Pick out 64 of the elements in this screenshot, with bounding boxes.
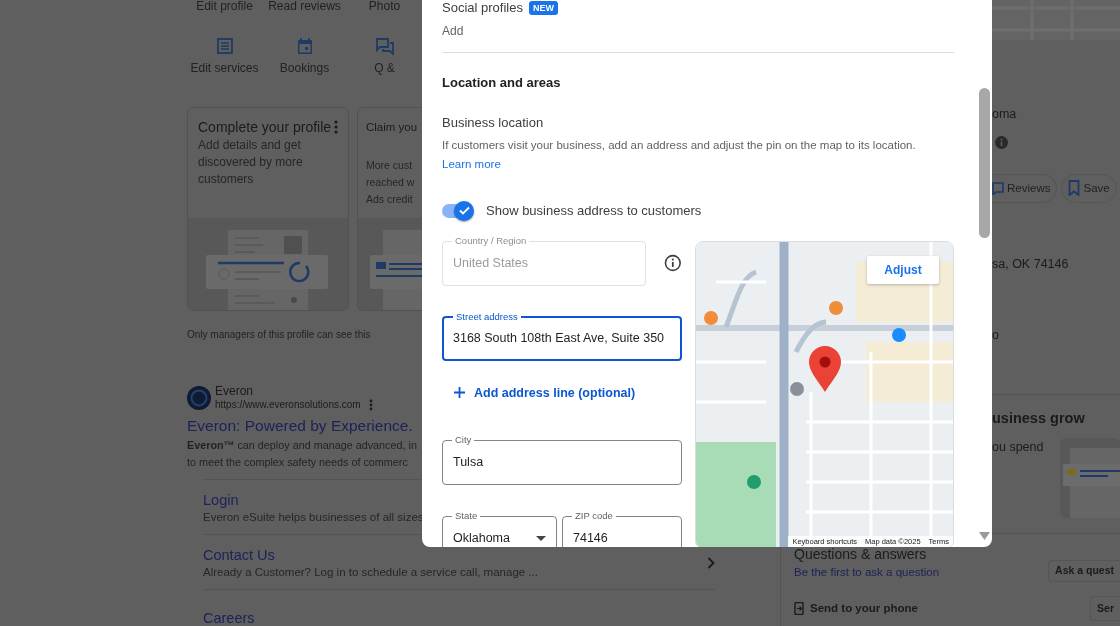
phone-icon [794,602,804,615]
scroll-down-icon[interactable] [979,532,990,540]
caret-icon [536,536,546,542]
result-snippet: Everon™ can deploy and manage advanced, in [187,438,418,454]
toggle-switch[interactable] [442,200,474,221]
sitelink[interactable]: Contact Us [203,545,538,564]
section-title: Questions & answers [794,546,928,562]
result-snippet: to meet the complex safety needs of commerc [187,455,409,471]
bookmark-icon [1068,180,1081,197]
send-to-phone-link[interactable]: Send to your phone [810,599,918,618]
card-text: Add details and get discovered by more customers [198,137,304,188]
business-name: oma [992,106,1018,123]
input-field[interactable]: Tulsa [453,453,671,473]
card-text: Ads credit [366,192,414,207]
action-label[interactable]: Edit profile [187,0,262,13]
scrollbar-thumb[interactable] [979,88,990,238]
ask-question-button[interactable]: Ask a quest [1048,560,1120,582]
logo-icon [187,385,211,410]
more-options-icon[interactable] [334,120,338,134]
new-badge: NEW [528,1,558,15]
action-label[interactable]: Photo [347,0,422,13]
check-icon [458,206,470,215]
section-title: Location and areas [442,75,562,90]
map-pin-icon[interactable] [808,345,842,392]
field-label: City [452,434,475,447]
subsection-title: Business location [442,115,545,130]
card-title: Claim you [366,120,419,135]
sitelink[interactable]: Careers [203,608,255,626]
review-icon [992,181,1004,196]
action-label[interactable]: Read reviews [267,0,342,13]
input-field[interactable]: 74146 [573,529,671,547]
card-title: Complete your profile [198,118,332,137]
add-link[interactable]: Add [442,24,954,38]
dropdown-field[interactable]: Oklahoma [453,529,523,547]
input-field[interactable]: 3168 South 108th East Ave, Suite 350 [453,328,671,348]
chevron-right-icon [707,556,715,569]
chat-bubbles-icon [375,37,394,55]
quick-action-button[interactable]: Q & [347,37,422,77]
quick-action-button[interactable]: Edit services [187,37,262,77]
section-title: usiness grow [992,409,1086,429]
learn-more-link[interactable]: Learn more [442,156,501,173]
field-label: Country / Region [452,234,530,247]
plus-icon [454,387,465,399]
ask-question-link[interactable]: Be the first to ask a question [794,564,940,582]
adjust-button[interactable]: Adjust [867,255,939,284]
business-detail: o [992,326,1000,344]
result-title-link[interactable]: Everon: Powered by Experience. [187,414,422,438]
card-text: More cust [366,158,414,173]
more-options-icon[interactable] [368,398,373,411]
promo-text: ou spend [992,439,1044,456]
description-text: If customers visit your business, add an address and adjust the pin on the map to its location. [442,138,917,153]
site-name: Everon [215,384,255,398]
quick-action-button[interactable]: Bookings [267,37,342,77]
site-url: https://www.everonsolutions.com [215,398,361,411]
business-address: sa, OK 74146 [992,255,1070,273]
card-text: reached w [366,175,416,190]
send-button[interactable]: Ser [1090,596,1120,621]
list-icon [215,37,234,55]
add-address-line-link[interactable]: Add address line (optional) [442,383,636,403]
sitelink[interactable]: Login [203,490,424,509]
toggle-label: Show business address to customers [486,201,702,220]
calendar-icon [295,37,314,55]
section-label: Social profiles [442,0,523,16]
field-label: Street address [453,310,521,323]
